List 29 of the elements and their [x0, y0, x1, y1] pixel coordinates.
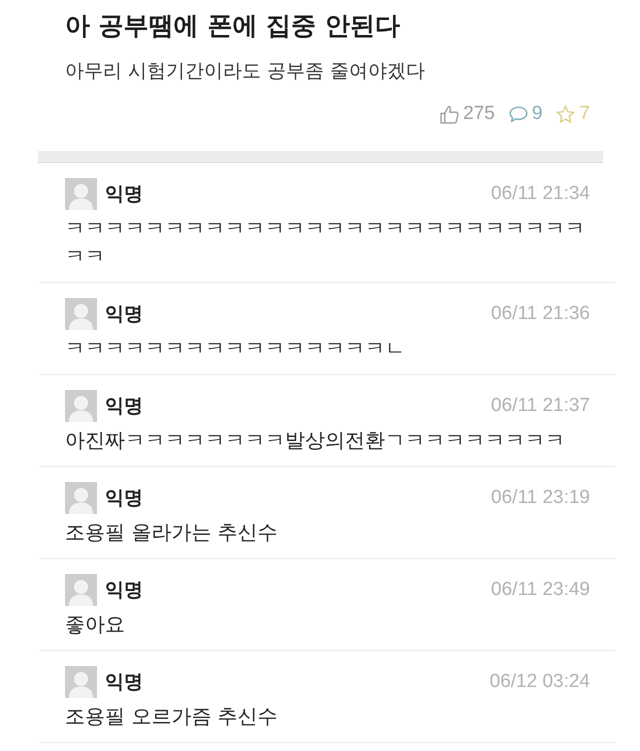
comment-time: 06/11 23:19 [491, 487, 590, 509]
post-body: 아무리 시험기간이라도 공부좀 줄여야겠다 [65, 59, 426, 84]
avatar-icon [65, 666, 97, 698]
comment-time: 06/11 21:37 [491, 395, 590, 417]
comment-text: 좋아요 [65, 611, 126, 638]
comment-time: 06/11 21:36 [491, 303, 590, 325]
author-name: 익명 [105, 486, 143, 511]
comment-text: ㅋㅋㅋㅋㅋㅋㅋㅋㅋㅋㅋㅋㅋㅋㅋㅋㄴ [65, 335, 406, 362]
comment-text: 조용필 올라가는 추신수 [65, 519, 279, 546]
author-name: 익명 [105, 182, 143, 207]
avatar-icon [65, 390, 97, 422]
like-count: 275 [463, 104, 495, 124]
comment-time: 06/11 23:49 [491, 579, 590, 601]
author-name: 익명 [105, 302, 143, 327]
comment-text: 조용필 오르가즘 추신수 [65, 703, 279, 730]
comment-text: ㅋㅋㅋㅋㅋㅋㅋㅋㅋㅋㅋㅋㅋㅋㅋㅋㅋㅋㅋㅋㅋㅋㅋㅋㅋㅋㅋㅋ [65, 215, 586, 270]
post-title: 아 공부땜에 폰에 집중 안된다 [65, 10, 401, 42]
author-name: 익명 [105, 578, 143, 603]
comment-text: 아진짜ㅋㅋㅋㅋㅋㅋㅋㅋ발상의전환ㄱㅋㅋㅋㅋㅋㅋㅋㅋ [65, 427, 566, 454]
avatar-icon [65, 574, 97, 606]
avatar-icon [65, 298, 97, 330]
avatar-icon [65, 178, 97, 210]
author-name: 익명 [105, 394, 143, 419]
comment-count: 9 [532, 104, 542, 124]
comment-time: 06/12 03:24 [490, 671, 590, 693]
comment-time: 06/11 21:34 [491, 183, 590, 205]
favorite-count: 7 [579, 104, 590, 124]
author-name: 익명 [105, 670, 143, 695]
avatar-icon [65, 482, 97, 514]
